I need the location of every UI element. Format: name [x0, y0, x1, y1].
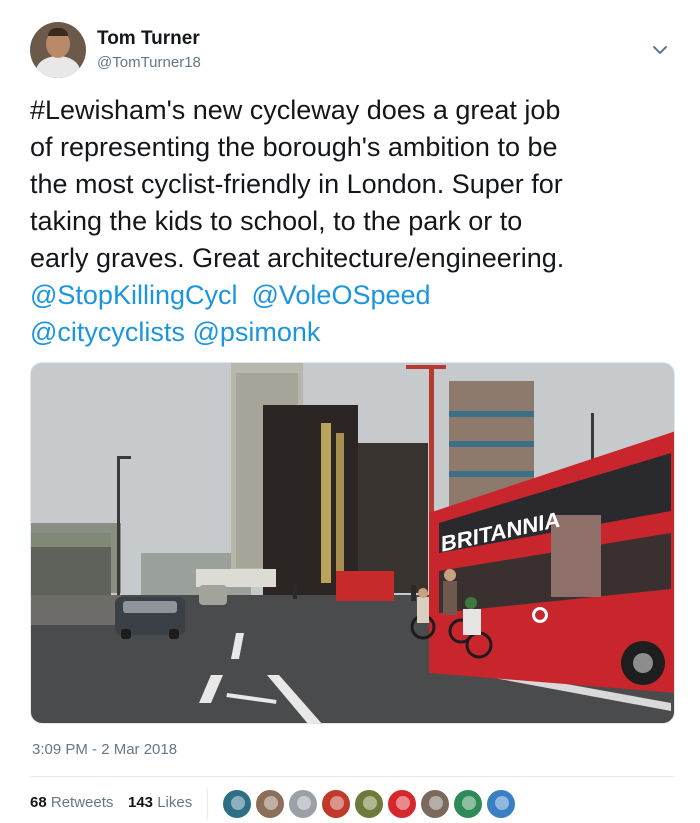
mention-link-voleospeed[interactable]: @VoleOSpeed	[251, 280, 430, 310]
liker-avatar[interactable]	[485, 788, 517, 820]
liker-avatar-face	[429, 796, 443, 810]
liker-avatar[interactable]	[254, 788, 286, 820]
liker-avatar[interactable]	[419, 788, 451, 820]
retweets-number: 68	[30, 794, 47, 811]
tweet-text: #Lewisham's new cycleway does a great jo…	[30, 92, 680, 351]
liker-avatar[interactable]	[386, 788, 418, 820]
liker-avatar[interactable]	[353, 788, 385, 820]
author-avatar[interactable]	[30, 22, 86, 78]
liker-avatar-face	[231, 796, 245, 810]
liker-avatar[interactable]	[452, 788, 484, 820]
retweets-label: Retweets	[50, 794, 114, 811]
mention-link-stopkillingcycl[interactable]: @StopKillingCycl	[30, 280, 237, 310]
tweet-photo[interactable]: BRITANNIA	[30, 362, 675, 724]
author-handle[interactable]: @TomTurner18	[97, 54, 201, 71]
author-name[interactable]: Tom Turner	[97, 28, 200, 50]
avatar-hair	[48, 28, 68, 36]
likes-label: Likes	[157, 794, 193, 811]
chevron-down-icon[interactable]	[650, 40, 670, 60]
tweet-text-line: taking the kids to school, to the park o…	[30, 206, 523, 236]
liker-avatar-face	[396, 796, 410, 810]
likes-number: 143	[128, 794, 154, 811]
liker-avatar-face	[264, 796, 278, 810]
divider	[30, 776, 675, 777]
liker-avatar[interactable]	[320, 788, 352, 820]
liker-avatar-face	[297, 796, 311, 810]
tweet-header: Tom Turner @TomTurner18	[30, 22, 680, 82]
street-scene-image: BRITANNIA	[31, 363, 674, 723]
mention-link-psimonk[interactable]: @psimonk	[192, 317, 320, 347]
tweet-card: Tom Turner @TomTurner18 #Lewisham's new …	[0, 0, 700, 823]
tweet-timestamp[interactable]: 3:09 PM - 2 Mar 2018	[32, 741, 177, 758]
retweets-count[interactable]: 68 Retweets	[30, 794, 113, 811]
liker-avatar-face	[330, 796, 344, 810]
liker-avatar[interactable]	[221, 788, 253, 820]
tweet-text-line: the most cyclist-friendly in London. Sup…	[30, 169, 563, 199]
likes-count[interactable]: 143 Likes	[128, 794, 192, 811]
liker-avatar-face	[495, 796, 509, 810]
tweet-text-line: #Lewisham's new cycleway does a great jo…	[30, 95, 561, 125]
liker-avatar[interactable]	[287, 788, 319, 820]
tweet-text-line: of representing the borough's ambition t…	[30, 132, 558, 162]
mention-link-citycyclists[interactable]: @citycyclists	[30, 317, 185, 347]
tweet-text-line: early graves. Great architecture/enginee…	[30, 243, 565, 273]
mentions-line: @citycyclists @psimonk	[30, 314, 680, 351]
stats-divider	[207, 788, 208, 820]
mentions-line: @StopKillingCycl @VoleOSpeed	[30, 277, 680, 314]
avatar-shirt	[36, 56, 80, 78]
liker-avatar-face	[462, 796, 476, 810]
liker-avatar-face	[363, 796, 377, 810]
tweet-stats: 68 Retweets 143 Likes	[30, 788, 675, 820]
